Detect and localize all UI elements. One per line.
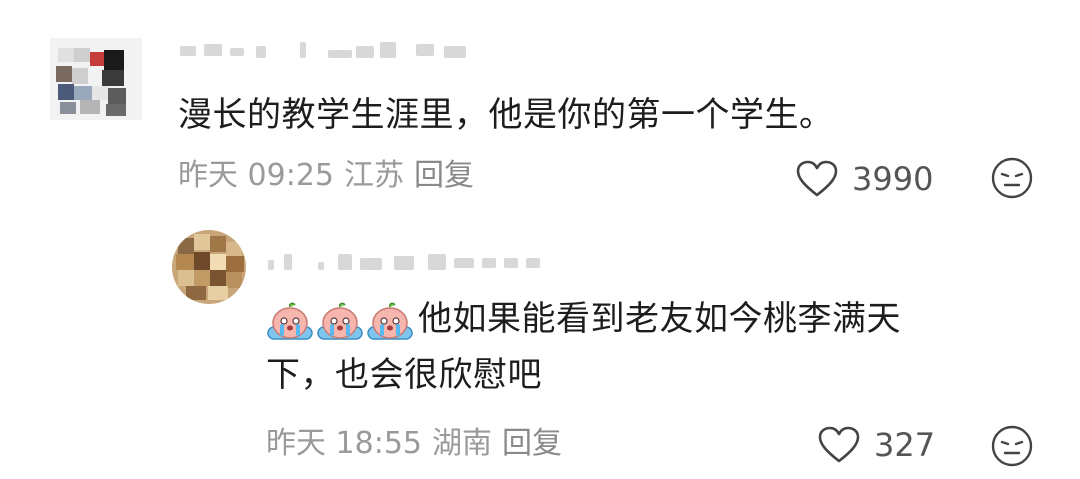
comment-line-1: 他如果能看到老友如今桃李满天 [266, 292, 986, 348]
comment-time: 昨天 09:25 [178, 158, 334, 193]
comment-text-line-1: 他如果能看到老友如今桃李满天 [418, 299, 901, 339]
like-count: 3990 [852, 160, 934, 198]
comment-meta: 昨天 09:25 江苏 回复 [178, 158, 484, 194]
avatar[interactable] [50, 38, 142, 120]
comment-body: 他如果能看到老友如今桃李满天 下，也会很欣慰吧 [266, 292, 986, 402]
comment-location: 湖南 [432, 426, 492, 461]
crying-emoji-icon [266, 301, 314, 343]
reply-button[interactable]: 回复 [414, 158, 474, 193]
dislike-face-icon[interactable] [990, 424, 1034, 468]
dislike-face-icon[interactable] [990, 156, 1034, 200]
comment-time: 昨天 18:55 [266, 426, 422, 461]
comment-meta: 昨天 18:55 湖南 回复 [266, 426, 572, 462]
comment-location: 江苏 [344, 158, 404, 193]
like-button[interactable]: 327 [818, 426, 935, 464]
heart-icon [796, 160, 838, 197]
like-button[interactable]: 3990 [796, 160, 933, 198]
like-count: 327 [874, 426, 936, 464]
reply-button[interactable]: 回复 [502, 426, 562, 461]
crying-emoji-icon [366, 301, 414, 343]
username-blurred[interactable] [180, 40, 490, 62]
emoji-group [266, 294, 416, 348]
crying-emoji-icon [316, 301, 364, 343]
avatar[interactable] [172, 230, 246, 304]
username-blurred[interactable] [268, 250, 548, 272]
comment-body: 漫长的教学生涯里，他是你的第一个学生。 [178, 95, 834, 135]
comment-text-line-2: 下，也会很欣慰吧 [266, 354, 542, 395]
heart-icon [818, 426, 860, 463]
